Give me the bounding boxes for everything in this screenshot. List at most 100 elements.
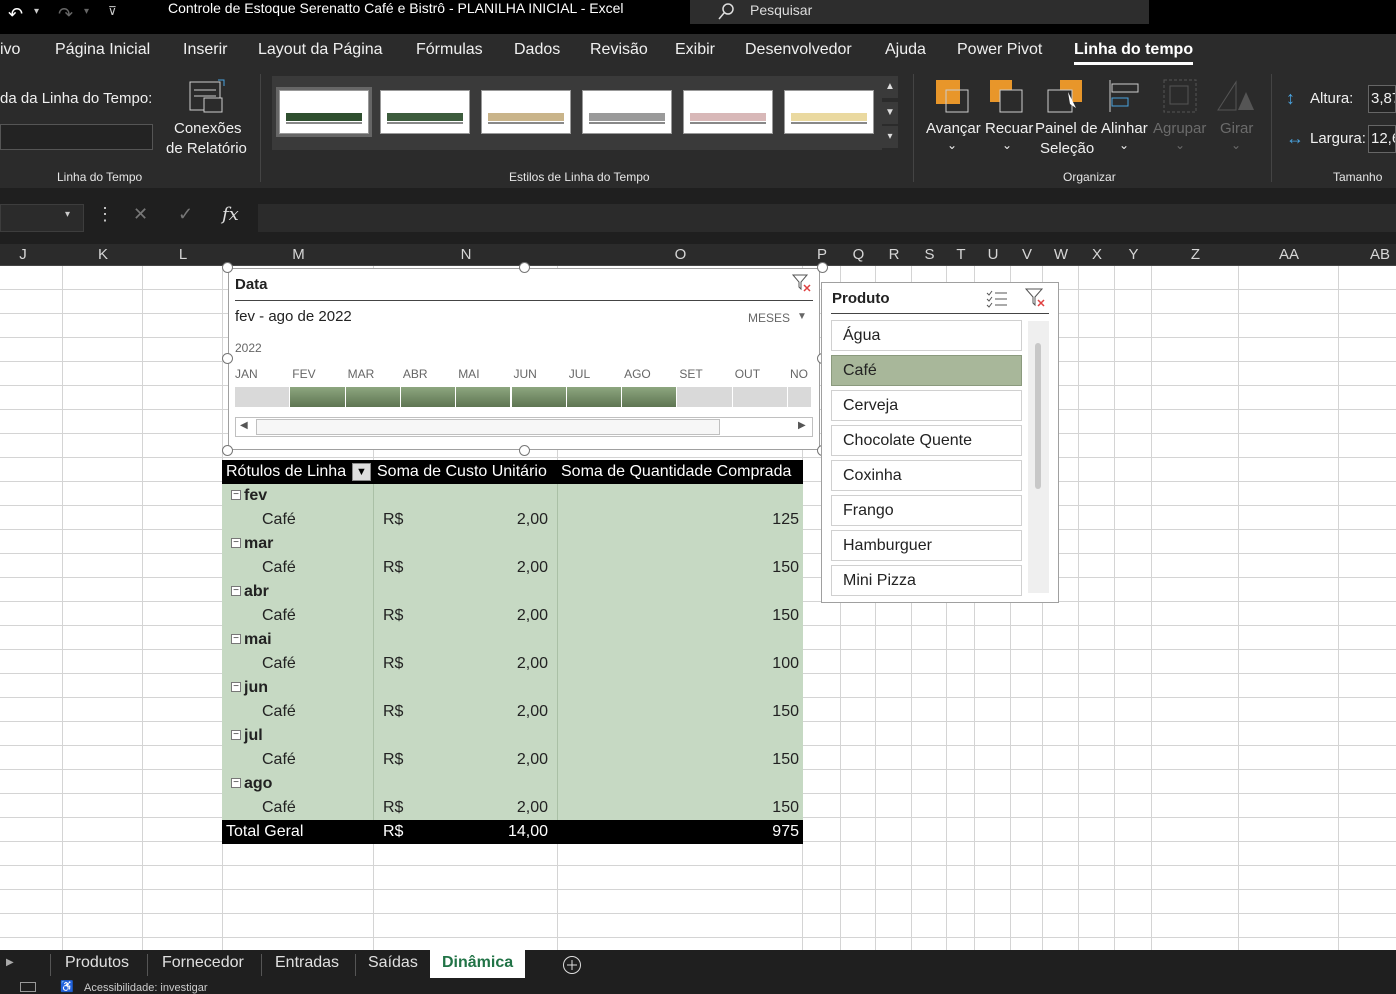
selection-pane-label-2[interactable]: Seleção bbox=[1040, 140, 1094, 157]
column-header[interactable]: V bbox=[1011, 246, 1043, 263]
tab-ajuda[interactable]: Ajuda bbox=[885, 41, 926, 59]
timeline-month-bar[interactable] bbox=[788, 387, 811, 407]
search-box[interactable]: Pesquisar bbox=[690, 0, 1149, 24]
redo-icon[interactable]: ↷ bbox=[58, 4, 73, 25]
gallery-scroll-down-icon[interactable]: ▼ bbox=[882, 102, 898, 124]
timeline-slicer[interactable]: Data fev - ago de 2022 MESES ▼ 2022 JAN F… bbox=[228, 268, 820, 450]
sheet-tab-dinamica[interactable]: Dinâmica bbox=[430, 950, 526, 978]
align-button[interactable]: Alinhar bbox=[1101, 120, 1148, 137]
tab-linha-do-tempo[interactable]: Linha do tempo bbox=[1074, 41, 1194, 65]
slicer-item[interactable]: Chocolate Quente bbox=[831, 425, 1022, 456]
column-header[interactable]: U bbox=[975, 246, 1011, 263]
slicer-item[interactable]: Café bbox=[831, 355, 1022, 386]
collapse-icon[interactable]: − bbox=[231, 538, 241, 548]
slicer-item[interactable]: Hamburguer bbox=[831, 530, 1022, 561]
name-box-dropdown-icon[interactable]: ▾ bbox=[65, 209, 70, 220]
tab-inserir[interactable]: Inserir bbox=[183, 41, 227, 59]
scroll-right-icon[interactable]: ▶ bbox=[798, 420, 806, 431]
resize-handle[interactable] bbox=[817, 262, 828, 273]
column-header[interactable]: L bbox=[143, 246, 223, 263]
column-header[interactable]: Y bbox=[1115, 246, 1152, 263]
enter-icon[interactable]: ✓ bbox=[178, 204, 193, 225]
multi-select-icon[interactable] bbox=[985, 288, 1009, 313]
timeline-month-bar[interactable] bbox=[290, 387, 345, 407]
resize-handle[interactable] bbox=[519, 262, 530, 273]
insert-function-icon[interactable]: fx bbox=[222, 204, 239, 225]
column-header[interactable]: Z bbox=[1152, 246, 1239, 263]
sheet-tab-saidas[interactable]: Saídas bbox=[368, 954, 418, 972]
send-backward-dropdown-icon[interactable]: ⌄ bbox=[1002, 138, 1012, 152]
column-header[interactable]: S bbox=[912, 246, 947, 263]
gallery-scroll-up-icon[interactable]: ▲ bbox=[882, 76, 898, 98]
pivot-table[interactable]: Rótulos de Linha ▼ Soma de Custo Unitári… bbox=[222, 460, 803, 844]
slicer-item[interactable]: Coxinha bbox=[831, 460, 1022, 491]
row-labels-filter-icon[interactable]: ▼ bbox=[352, 463, 371, 481]
tab-desenvolvedor[interactable]: Desenvolvedor bbox=[745, 41, 852, 59]
column-header[interactable]: M bbox=[223, 246, 374, 263]
column-header[interactable]: N bbox=[374, 246, 558, 263]
column-header[interactable]: O bbox=[558, 246, 803, 263]
resize-handle[interactable] bbox=[222, 445, 233, 456]
level-dropdown-icon[interactable]: ▼ bbox=[797, 311, 807, 322]
resize-handle[interactable] bbox=[222, 353, 233, 364]
tab-exibir[interactable]: Exibir bbox=[675, 41, 715, 59]
timeline-month-bar[interactable] bbox=[677, 387, 732, 407]
timeline-month-bar[interactable] bbox=[511, 387, 566, 407]
timeline-style-2[interactable] bbox=[380, 90, 470, 134]
product-slicer[interactable]: Produto Água Café Cerveja Chocolate Quente C… bbox=[821, 282, 1059, 603]
collapse-icon[interactable]: − bbox=[231, 490, 241, 500]
column-header[interactable]: R bbox=[876, 246, 912, 263]
report-connections-label-1[interactable]: Conexões bbox=[174, 120, 242, 137]
timeline-scrollbar[interactable]: ◀ ▶ bbox=[235, 417, 813, 437]
tab-power-pivot[interactable]: Power Pivot bbox=[957, 41, 1042, 59]
column-header[interactable]: Q bbox=[841, 246, 876, 263]
tab-dados[interactable]: Dados bbox=[514, 41, 560, 59]
column-header[interactable]: X bbox=[1079, 246, 1115, 263]
timeline-month-bar[interactable] bbox=[566, 387, 622, 407]
name-box[interactable]: ▾ bbox=[0, 204, 84, 232]
timeline-month-bar[interactable] bbox=[732, 387, 787, 407]
formula-input[interactable] bbox=[258, 204, 1396, 232]
tab-pagina-inicial[interactable]: Página Inicial bbox=[55, 41, 150, 59]
undo-icon[interactable]: ↶ bbox=[8, 4, 23, 25]
timeline-style-6[interactable] bbox=[784, 90, 874, 134]
sheet-tab-fornecedor[interactable]: Fornecedor bbox=[162, 954, 244, 972]
slicer-scroll-thumb[interactable] bbox=[1035, 343, 1041, 489]
tab-arquivo[interactable]: ivo bbox=[0, 41, 20, 59]
collapse-icon[interactable]: − bbox=[231, 682, 241, 692]
timeline-style-3[interactable] bbox=[481, 90, 571, 134]
column-header[interactable]: J bbox=[0, 246, 46, 263]
collapse-icon[interactable]: − bbox=[231, 730, 241, 740]
column-header[interactable]: T bbox=[947, 246, 975, 263]
clear-filter-icon[interactable] bbox=[791, 273, 813, 298]
sheet-tab-entradas[interactable]: Entradas bbox=[275, 954, 339, 972]
sheet-tab-produtos[interactable]: Produtos bbox=[65, 954, 129, 972]
tab-formulas[interactable]: Fórmulas bbox=[416, 41, 483, 59]
resize-handle[interactable] bbox=[222, 262, 233, 273]
more-options-icon[interactable]: ⋮ bbox=[96, 204, 114, 225]
timeline-level-dropdown[interactable]: MESES bbox=[748, 311, 790, 325]
tab-layout[interactable]: Layout da Página bbox=[258, 41, 383, 59]
column-header[interactable]: K bbox=[63, 246, 143, 263]
scroll-sheets-icon[interactable]: ▶ bbox=[6, 957, 14, 968]
accessibility-status[interactable]: Acessibilidade: investigar bbox=[84, 982, 208, 994]
timeline-style-1[interactable] bbox=[276, 87, 372, 137]
selection-pane-label-1[interactable]: Painel de bbox=[1035, 120, 1098, 137]
bring-forward-button[interactable]: Avançar bbox=[926, 120, 981, 137]
width-input[interactable]: 12,6 bbox=[1368, 125, 1396, 153]
slicer-scrollbar[interactable] bbox=[1028, 321, 1049, 593]
slicer-item[interactable]: Mini Pizza bbox=[831, 565, 1022, 596]
collapse-icon[interactable]: − bbox=[231, 586, 241, 596]
undo-dropdown-icon[interactable]: ▾ bbox=[34, 6, 39, 17]
scroll-left-icon[interactable]: ◀ bbox=[240, 420, 248, 431]
collapse-icon[interactable]: − bbox=[231, 778, 241, 788]
clear-filter-icon[interactable] bbox=[1024, 287, 1048, 314]
column-header[interactable]: AB bbox=[1370, 246, 1396, 263]
timeline-month-bar[interactable] bbox=[456, 387, 511, 407]
slicer-item[interactable]: Cerveja bbox=[831, 390, 1022, 421]
timeline-style-4[interactable] bbox=[582, 90, 672, 134]
align-dropdown-icon[interactable]: ⌄ bbox=[1119, 138, 1129, 152]
timeline-month-bar[interactable] bbox=[622, 387, 677, 407]
tab-revisao[interactable]: Revisão bbox=[590, 41, 648, 59]
accessibility-icon[interactable]: ♿ bbox=[60, 980, 74, 993]
